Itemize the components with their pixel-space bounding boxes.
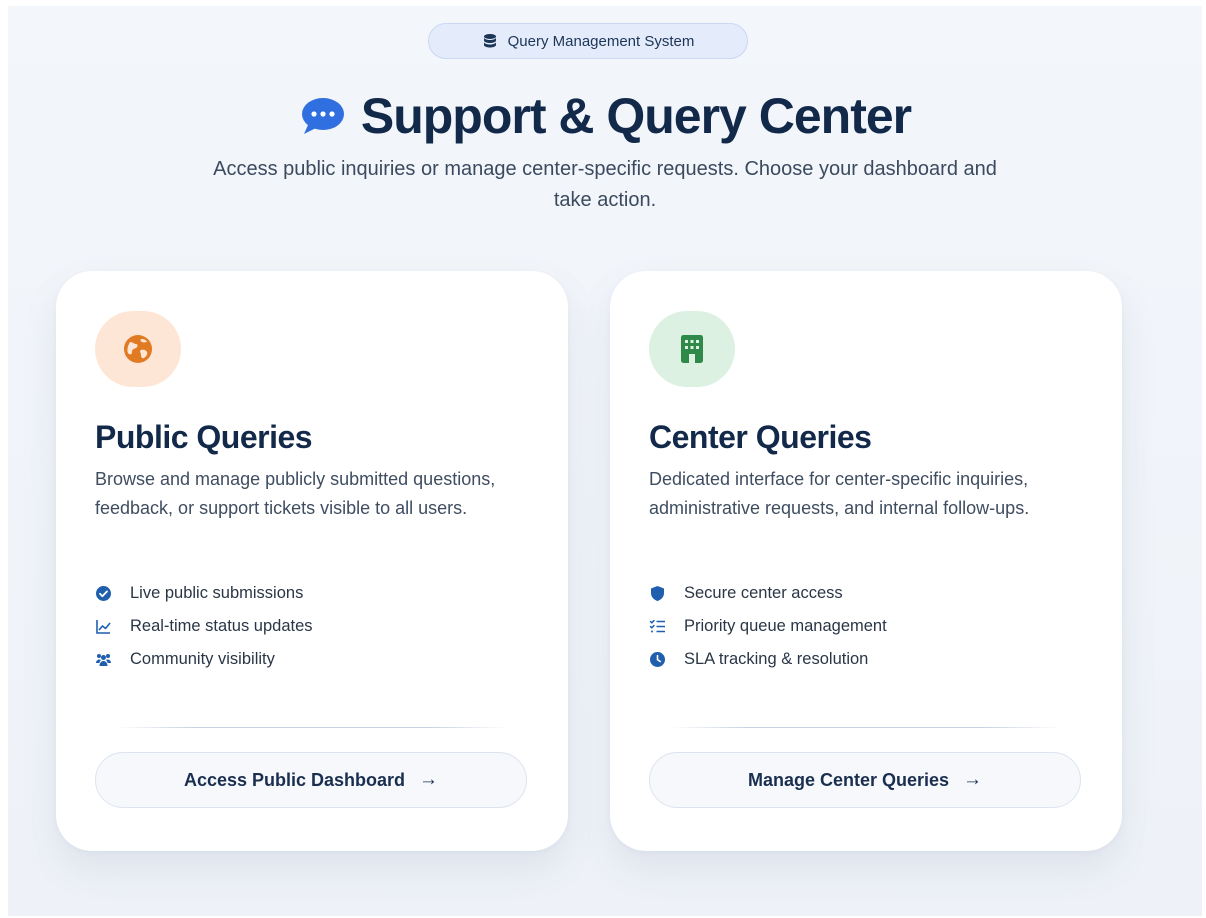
public-feature-list: Live public submissions Real-time status… <box>95 577 313 676</box>
feature-item: Priority queue management <box>649 610 887 643</box>
check-circle-icon <box>96 586 111 601</box>
card-divider <box>116 727 508 728</box>
system-badge-label: Query Management System <box>507 32 695 50</box>
users-icon <box>96 654 111 666</box>
page-title-text: Support & Query Center <box>360 88 912 144</box>
button-label: Manage Center Queries <box>747 769 950 790</box>
system-badge: Query Management System <box>428 23 748 59</box>
center-card-description: Dedicated interface for center-specific … <box>649 469 1030 518</box>
feature-label: Priority queue management <box>684 617 887 635</box>
public-icon-badge <box>95 311 181 387</box>
card-divider <box>670 727 1062 728</box>
feature-label: Secure center access <box>684 584 843 602</box>
feature-item: Secure center access <box>649 577 887 610</box>
feature-label: Community visibility <box>130 650 275 668</box>
public-card-description: Browse and manage publicly submitted que… <box>95 469 496 518</box>
page-background: Query Management System Support & Query … <box>8 6 1202 916</box>
access-public-dashboard-button[interactable]: Access Public Dashboard → <box>95 752 527 808</box>
feature-label: Real-time status updates <box>130 617 313 635</box>
center-icon-badge <box>649 311 735 387</box>
page-subtitle: Access public inquiries or manage center… <box>213 158 997 211</box>
center-card-title: Center Queries <box>649 419 872 455</box>
checklist-icon <box>649 619 665 633</box>
shield-icon <box>651 586 664 601</box>
feature-label: Live public submissions <box>130 584 304 602</box>
page-title: Support & Query Center <box>8 86 1202 146</box>
arrow-right-icon: → <box>419 769 439 790</box>
center-queries-card: Center Queries Dedicated interface for c… <box>610 271 1122 851</box>
public-queries-card: Public Queries Browse and manage publicl… <box>56 271 568 851</box>
arrow-right-icon: → <box>963 769 983 790</box>
clock-icon <box>650 652 665 667</box>
center-feature-list: Secure center access Priority queue mana… <box>649 577 887 676</box>
button-label: Access Public Dashboard <box>183 769 406 790</box>
database-icon <box>483 34 496 48</box>
manage-center-queries-button[interactable]: Manage Center Queries → <box>649 752 1081 808</box>
building-icon <box>681 335 703 363</box>
chat-bubble-icon <box>301 98 344 134</box>
feature-item: Community visibility <box>95 643 313 676</box>
feature-item: Live public submissions <box>95 577 313 610</box>
feature-item: Real-time status updates <box>95 610 313 643</box>
public-card-title: Public Queries <box>95 419 313 455</box>
globe-icon <box>124 335 152 363</box>
feature-item: SLA tracking & resolution <box>649 643 887 676</box>
line-chart-icon <box>96 620 111 634</box>
feature-label: SLA tracking & resolution <box>684 650 869 668</box>
